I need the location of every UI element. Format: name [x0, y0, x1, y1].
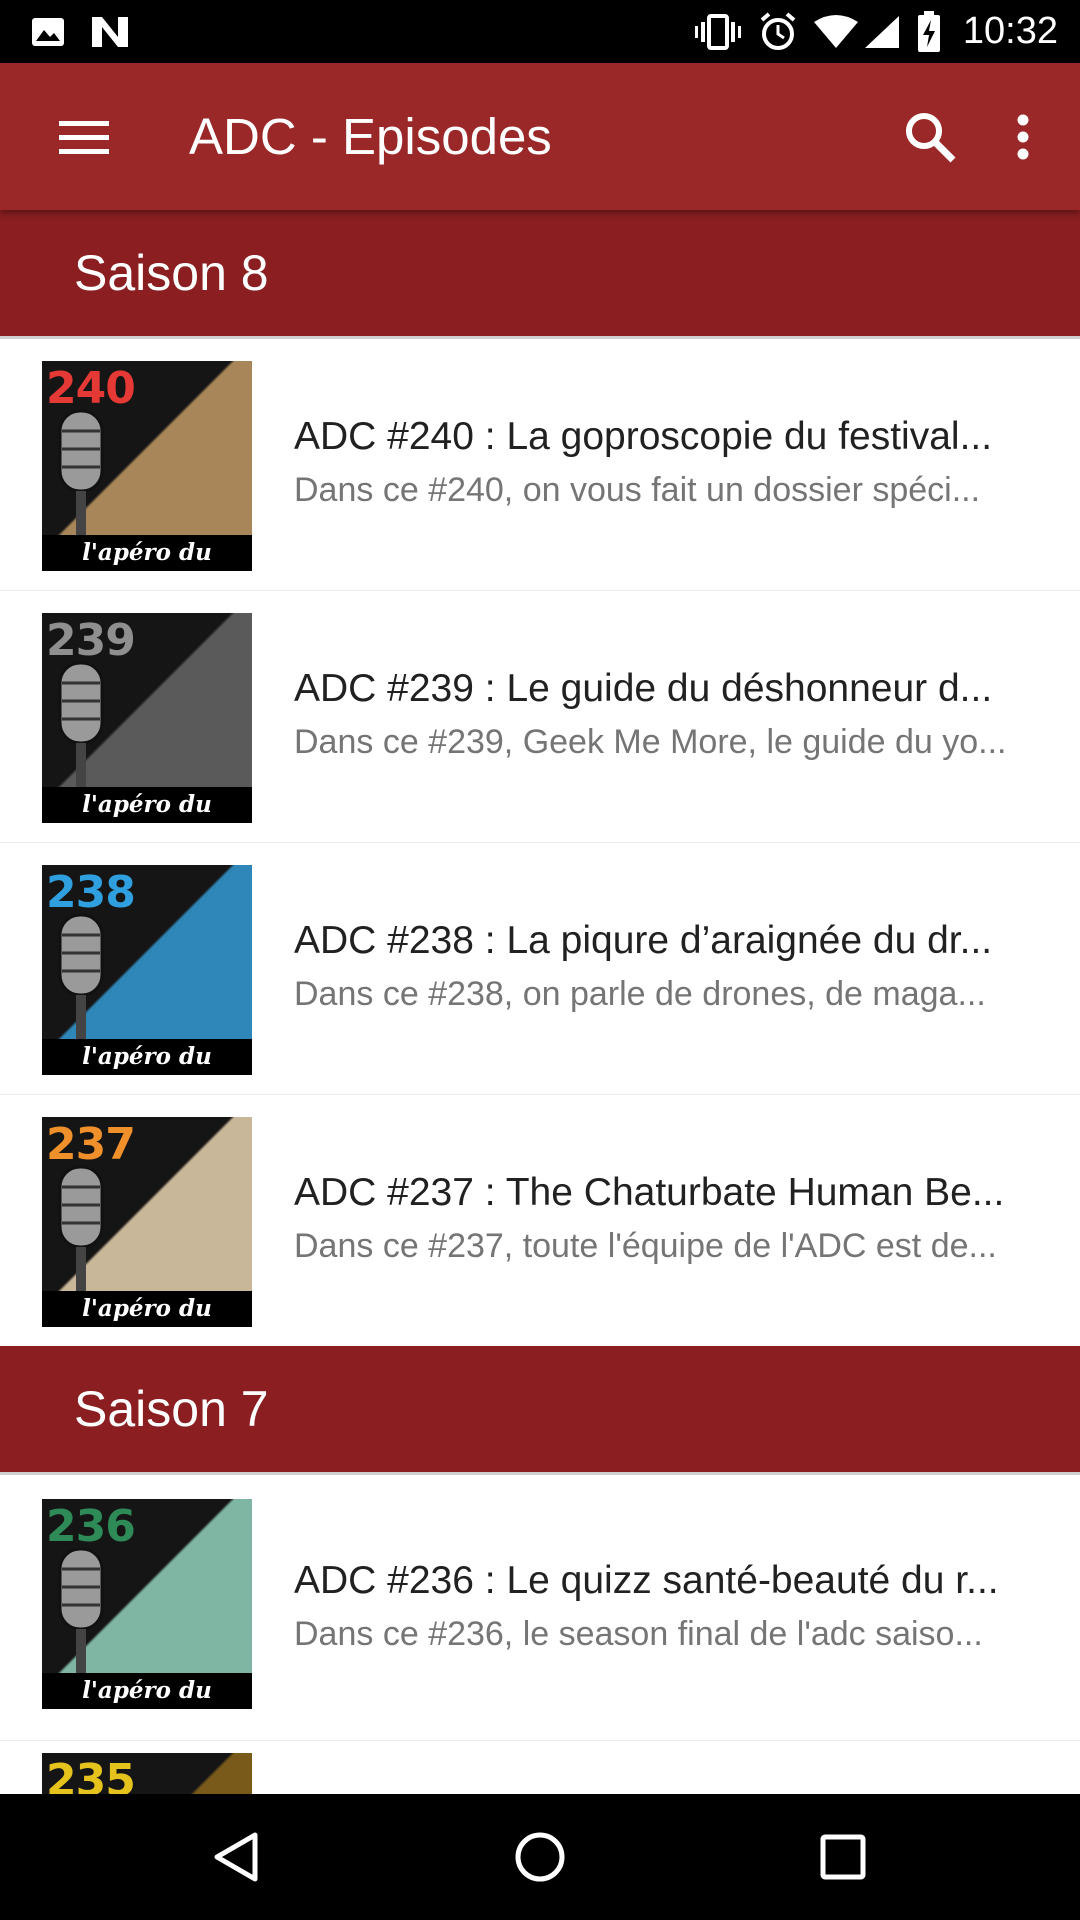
- menu-icon[interactable]: [29, 63, 139, 210]
- microphone-icon: [58, 1547, 104, 1674]
- episode-thumbnail: 236 l'apéro du captain: [42, 1499, 252, 1709]
- status-time: 10:32: [962, 10, 1058, 52]
- vibrate-icon: [693, 0, 743, 63]
- episode-row[interactable]: 239 l'apéro du captain ADC #239 : Le gui…: [0, 591, 1080, 843]
- app-bar: ADC - Episodes: [0, 63, 1080, 210]
- home-circle-icon[interactable]: [470, 1794, 610, 1920]
- n-notification-icon: [90, 0, 130, 63]
- episode-title: ADC #236 : Le quizz santé-beauté du r...: [294, 1559, 999, 1602]
- episode-row[interactable]: 237 l'apéro du captain ADC #237 : The Ch…: [0, 1095, 1080, 1347]
- episode-number: 237: [46, 1119, 136, 1170]
- episode-row[interactable]: 236 l'apéro du captain ADC #236 : Le qui…: [0, 1475, 1080, 1741]
- navigation-bar: [0, 1794, 1080, 1920]
- episode-number: 239: [46, 615, 136, 666]
- image-notification-icon: [30, 0, 66, 63]
- microphone-icon: [58, 1165, 104, 1292]
- season-header: Saison 7: [0, 1346, 1080, 1472]
- cell-signal-icon: [862, 0, 902, 63]
- wifi-icon: [812, 0, 860, 63]
- status-bar: 10:32: [0, 0, 1080, 63]
- episode-title: ADC #238 : La piqure d’araignée du dr...: [294, 919, 993, 962]
- episode-list[interactable]: Saison 8 240 l'apéro du captain ADC #240…: [0, 210, 1080, 1794]
- microphone-icon: [58, 661, 104, 788]
- thumbnail-brand: l'apéro du captain: [42, 787, 252, 823]
- episode-thumbnail: 238 l'apéro du captain: [42, 865, 252, 1075]
- thumbnail-brand: l'apéro du captain: [42, 1673, 252, 1709]
- season-title: Saison 7: [74, 1381, 269, 1437]
- alarm-icon: [757, 0, 799, 63]
- episode-description: Dans ce #240, on vous fait un dossier sp…: [294, 471, 981, 509]
- season-header: Saison 8: [0, 210, 1080, 336]
- season-title: Saison 8: [74, 245, 269, 301]
- microphone-icon: [58, 409, 104, 536]
- episode-description: Dans ce #237, toute l'équipe de l'ADC es…: [294, 1227, 997, 1265]
- episode-number: 238: [46, 867, 136, 918]
- episode-title: ADC #240 : La goproscopie du festival...: [294, 415, 993, 458]
- episode-description: Dans ce #238, on parle de drones, de mag…: [294, 975, 986, 1013]
- episode-row[interactable]: 235: [0, 1741, 1080, 1794]
- episode-number: 235: [46, 1755, 136, 1794]
- episode-thumbnail: 235: [42, 1753, 252, 1794]
- more-vert-icon[interactable]: [968, 63, 1078, 210]
- episode-thumbnail: 240 l'apéro du captain: [42, 361, 252, 571]
- episode-thumbnail: 237 l'apéro du captain: [42, 1117, 252, 1327]
- episode-row[interactable]: 238 l'apéro du captain ADC #238 : La piq…: [0, 843, 1080, 1095]
- back-triangle-icon[interactable]: [166, 1794, 306, 1920]
- episode-number: 236: [46, 1501, 136, 1552]
- episode-title: ADC #239 : Le guide du déshonneur d...: [294, 667, 993, 710]
- episode-description: Dans ce #239, Geek Me More, le guide du …: [294, 723, 1007, 761]
- recents-square-icon[interactable]: [773, 1794, 913, 1920]
- thumbnail-brand: l'apéro du captain: [42, 535, 252, 571]
- episode-description: Dans ce #236, le season final de l'adc s…: [294, 1615, 983, 1653]
- thumbnail-brand: l'apéro du captain: [42, 1039, 252, 1075]
- battery-charging-icon: [916, 0, 942, 63]
- episode-number: 240: [46, 363, 136, 414]
- episode-row[interactable]: 240 l'apéro du captain ADC #240 : La gop…: [0, 339, 1080, 591]
- episode-thumbnail: 239 l'apéro du captain: [42, 613, 252, 823]
- app-title: ADC - Episodes: [189, 108, 552, 165]
- thumbnail-brand: l'apéro du captain: [42, 1291, 252, 1327]
- microphone-icon: [58, 913, 104, 1040]
- episode-title: ADC #237 : The Chaturbate Human Be...: [294, 1171, 1005, 1214]
